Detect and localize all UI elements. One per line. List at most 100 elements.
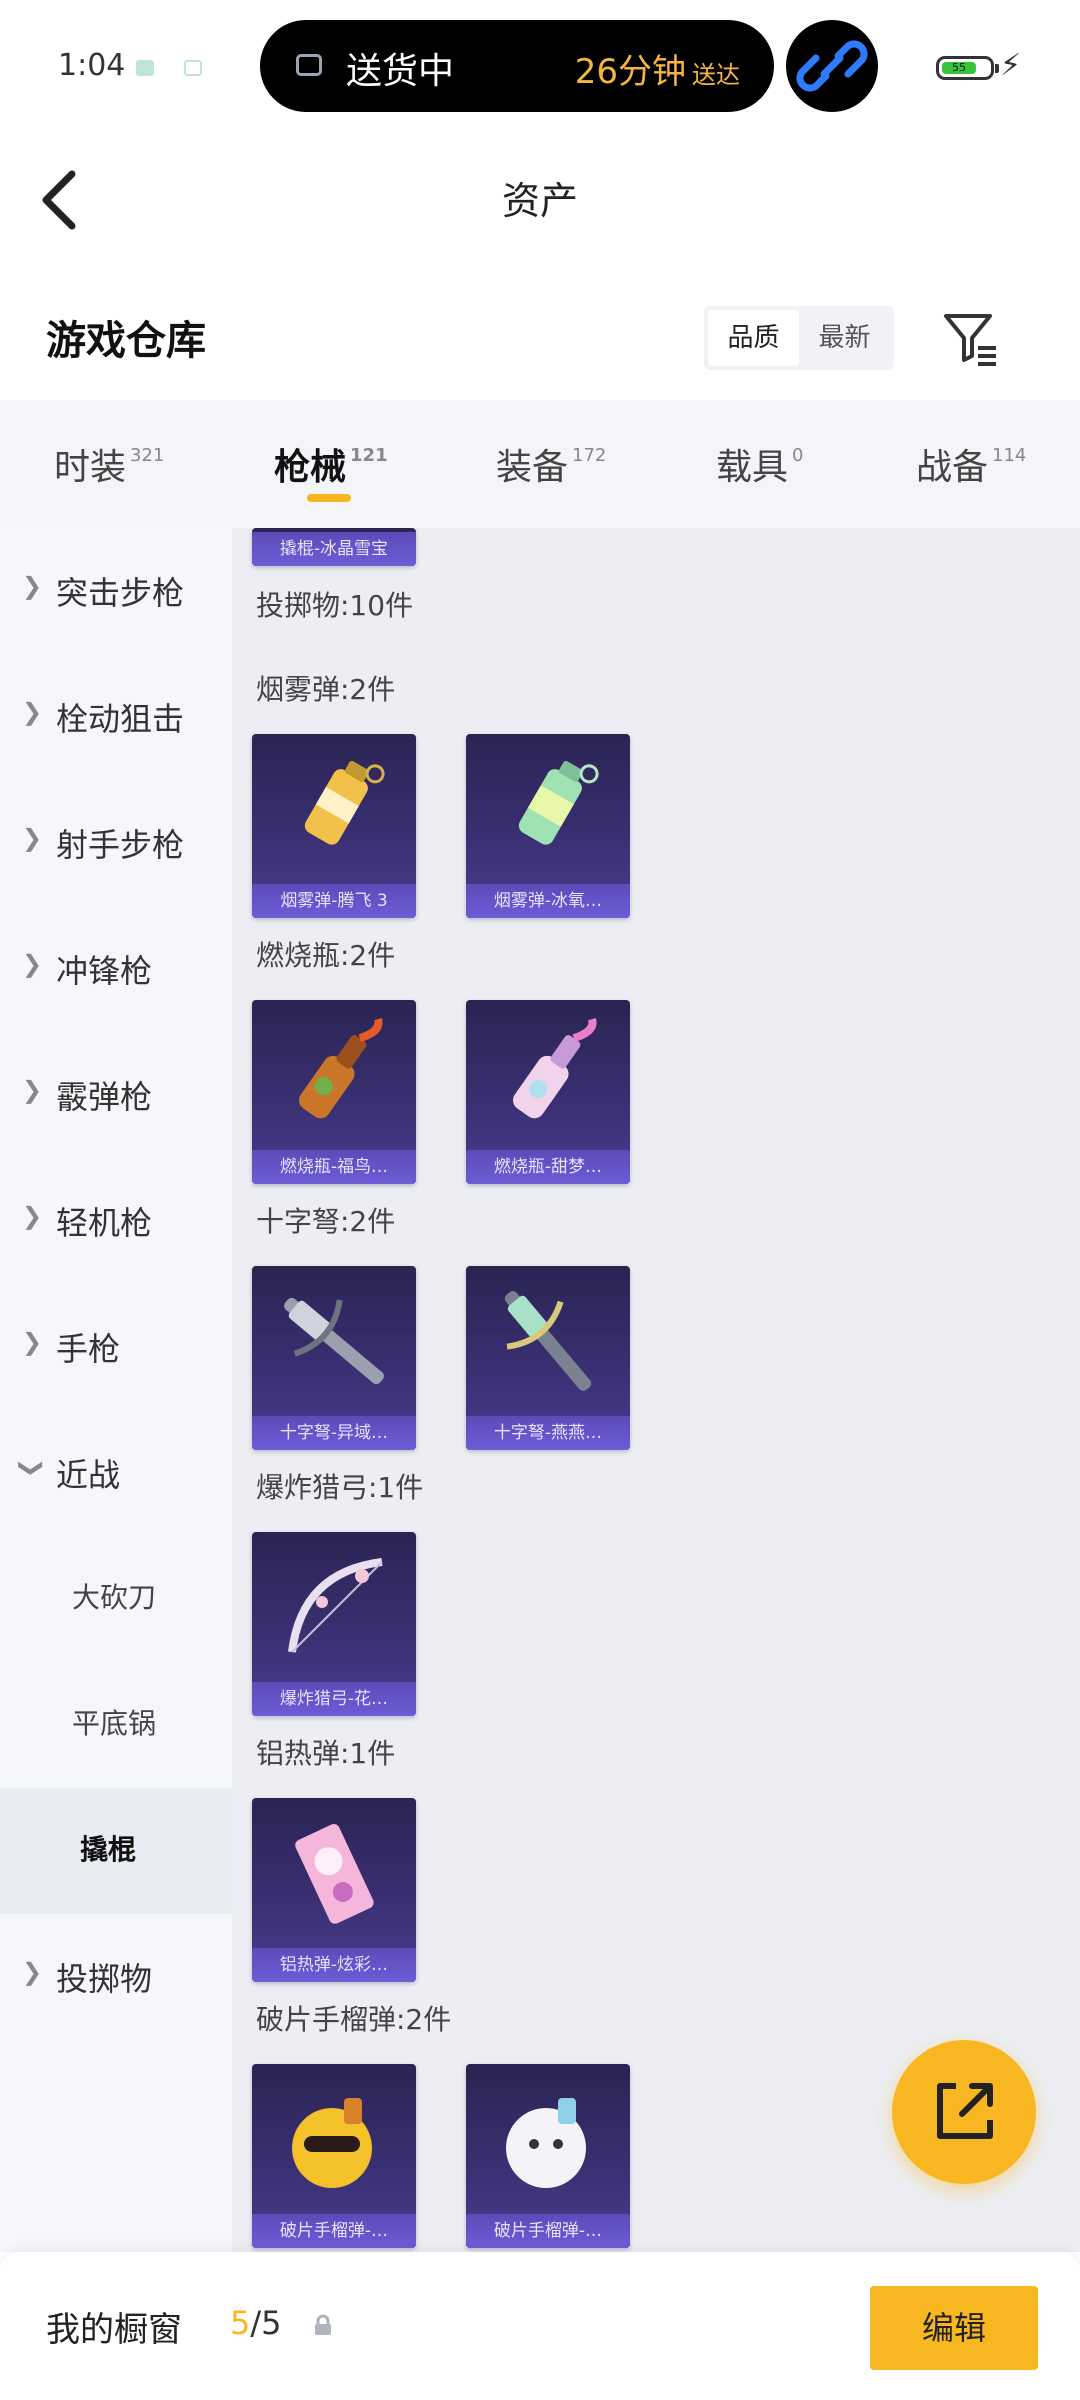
chevron-right-icon: ❯ (22, 1328, 43, 1356)
frag-grenade-icon (292, 2098, 372, 2188)
sidebar-item-label: 突击步枪 (56, 574, 185, 612)
sidebar-item-label: 射手步枪 (56, 826, 185, 864)
section-title: 燃烧瓶:2件 (256, 939, 396, 972)
thermite-grenade-icon (295, 1824, 374, 1924)
molotov-icon (513, 1018, 597, 1119)
item-card-label: 铝热弹-炫彩… (252, 1948, 416, 1982)
showcase-count: 5/5 (230, 2304, 282, 2342)
crossbow-icon (284, 1297, 384, 1385)
item-card[interactable]: 燃烧瓶-福鸟… (252, 1000, 416, 1184)
item-card[interactable]: 铝热弹-炫彩… (252, 1798, 416, 1982)
section-title: 铝热弹:1件 (256, 1737, 396, 1770)
category-tabs: 时装 321 枪械 121 装备 172 载具 0 战备 114 (0, 400, 1080, 528)
item-card-label: 烟雾弹-冰氧… (466, 884, 630, 918)
sort-toggle: 品质 最新 (704, 306, 894, 370)
sidebar-item-label: 近战 (56, 1456, 121, 1494)
item-card[interactable]: 燃烧瓶-甜梦… (466, 1000, 630, 1184)
smoke-grenade-icon (518, 760, 599, 845)
share-external-icon (937, 2083, 993, 2139)
item-card-label: 破片手榴弹-… (466, 2214, 630, 2248)
section-title: 十字弩:2件 (256, 1205, 396, 1238)
page-title: 资产 (501, 179, 578, 223)
message-icon (184, 60, 202, 76)
filter-button[interactable] (940, 308, 1000, 368)
sidebar-item-label: 撬棍 (80, 1833, 137, 1866)
sidebar-item-label: 投掷物 (56, 1960, 153, 1998)
sidebar-item-label: 轻机枪 (56, 1204, 153, 1242)
sidebar-item-label: 手枪 (56, 1330, 121, 1368)
sidebar-item-assault-rifle[interactable]: ❯ 突击步枪 (0, 528, 232, 654)
sidebar-subitem-frying-pan[interactable]: 平底锅 (0, 1662, 232, 1788)
sidebar-item-label: 冲锋枪 (56, 952, 153, 990)
chevron-right-icon: ❯ (22, 572, 43, 600)
chevron-right-icon: ❯ (22, 1958, 43, 1986)
battery-icon: 55 (936, 56, 999, 80)
crossbow-icon (504, 1291, 592, 1391)
sidebar-item-label: 栓动狙击 (56, 700, 185, 738)
sidebar-item-lmg[interactable]: ❯ 轻机枪 (0, 1158, 232, 1284)
link-activity[interactable] (786, 20, 878, 112)
item-card[interactable]: 十字弩-异域… (252, 1266, 416, 1450)
section-title: 烟雾弹:2件 (256, 673, 396, 706)
delivery-eta: 26分钟 送达 (574, 52, 740, 92)
weapon-category-sidebar: ❯ 突击步枪 ❯ 栓动狙击 ❯ 射手步枪 ❯ 冲锋枪 ❯ 霰弹枪 ❯ 轻机枪 ❯… (0, 528, 232, 2252)
sidebar-item-pistol[interactable]: ❯ 手枪 (0, 1284, 232, 1410)
item-card[interactable]: 爆炸猎弓-花… (252, 1532, 416, 1716)
smoke-grenade-icon (304, 760, 385, 845)
item-card-label: 十字弩-异域… (252, 1416, 416, 1450)
item-card[interactable]: 破片手榴弹-… (252, 2064, 416, 2248)
section-title: 投掷物:10件 (256, 589, 414, 622)
share-button[interactable] (892, 2040, 1036, 2184)
item-list[interactable]: 撬棍-冰晶雪宝 投掷物:10件 烟雾弹:2件 烟雾弹-腾飞 3 烟雾弹-冰氧… … (232, 528, 1080, 2252)
tab-supplies[interactable]: 战备 114 (916, 438, 1026, 490)
tab-vehicles[interactable]: 载具 0 (716, 438, 803, 490)
tab-fashion[interactable]: 时装 321 (54, 438, 164, 490)
status-bar: 1:04 送货中 26分钟 送达 55 ⚡ (0, 0, 1080, 135)
sidebar-item-smg[interactable]: ❯ 冲锋枪 (0, 906, 232, 1032)
package-icon (296, 54, 322, 76)
chevron-right-icon: ❯ (22, 950, 43, 978)
sort-newest-option[interactable]: 最新 (799, 310, 890, 366)
charging-icon: ⚡ (1000, 48, 1022, 83)
tab-equipment[interactable]: 装备 172 (496, 438, 606, 490)
notification-icon (136, 60, 154, 76)
clock: 1:04 (58, 48, 126, 83)
link-icon (796, 40, 868, 92)
sort-quality-option[interactable]: 品质 (708, 310, 799, 366)
item-card-label: 破片手榴弹-… (252, 2214, 416, 2248)
sidebar-item-label: 霰弹枪 (56, 1078, 153, 1116)
item-card-label: 十字弩-燕燕… (466, 1416, 630, 1450)
molotov-icon (299, 1018, 383, 1119)
item-card[interactable]: 破片手榴弹-… (466, 2064, 630, 2248)
sidebar-subitem-crowbar[interactable]: 撬棍 (0, 1788, 232, 1914)
item-card[interactable]: 烟雾弹-腾飞 3 (252, 734, 416, 918)
chevron-down-icon: ❯ (18, 1457, 47, 1479)
item-card-label: 烟雾弹-腾飞 3 (252, 884, 416, 918)
item-card[interactable]: 烟雾弹-冰氧… (466, 734, 630, 918)
sidebar-item-label: 大砍刀 (72, 1581, 157, 1614)
lock-icon (315, 2314, 331, 2335)
chevron-right-icon: ❯ (22, 824, 43, 852)
item-card-label: 燃烧瓶-甜梦… (466, 1150, 630, 1184)
chevron-right-icon: ❯ (22, 1076, 43, 1104)
sidebar-item-marksman-rifle[interactable]: ❯ 射手步枪 (0, 780, 232, 906)
frag-grenade-icon (506, 2098, 586, 2188)
delivery-live-activity[interactable]: 送货中 26分钟 送达 (260, 20, 774, 112)
sidebar-item-shotgun[interactable]: ❯ 霰弹枪 (0, 1032, 232, 1158)
item-card-label: 爆炸猎弓-花… (252, 1682, 416, 1716)
explosive-bow-icon (288, 1558, 383, 1653)
active-tab-indicator (307, 494, 351, 502)
sidebar-subitem-machete[interactable]: 大砍刀 (0, 1536, 232, 1662)
sidebar-item-throwables[interactable]: ❯ 投掷物 (0, 1914, 232, 2040)
sidebar-item-bolt-sniper[interactable]: ❯ 栓动狙击 (0, 654, 232, 780)
edit-button[interactable]: 编辑 (870, 2286, 1038, 2370)
sidebar-item-melee[interactable]: ❯ 近战 (0, 1410, 232, 1536)
item-card[interactable]: 撬棍-冰晶雪宝 (252, 528, 416, 566)
item-card-label: 撬棍-冰晶雪宝 (252, 532, 416, 566)
item-card-label: 燃烧瓶-福鸟… (252, 1150, 416, 1184)
section-title: 破片手榴弹:2件 (256, 2003, 452, 2036)
sidebar-item-label: 平底锅 (72, 1707, 157, 1740)
item-card[interactable]: 十字弩-燕燕… (466, 1266, 630, 1450)
tab-firearms[interactable]: 枪械 121 (274, 438, 388, 490)
warehouse-title: 游戏仓库 (46, 318, 206, 364)
